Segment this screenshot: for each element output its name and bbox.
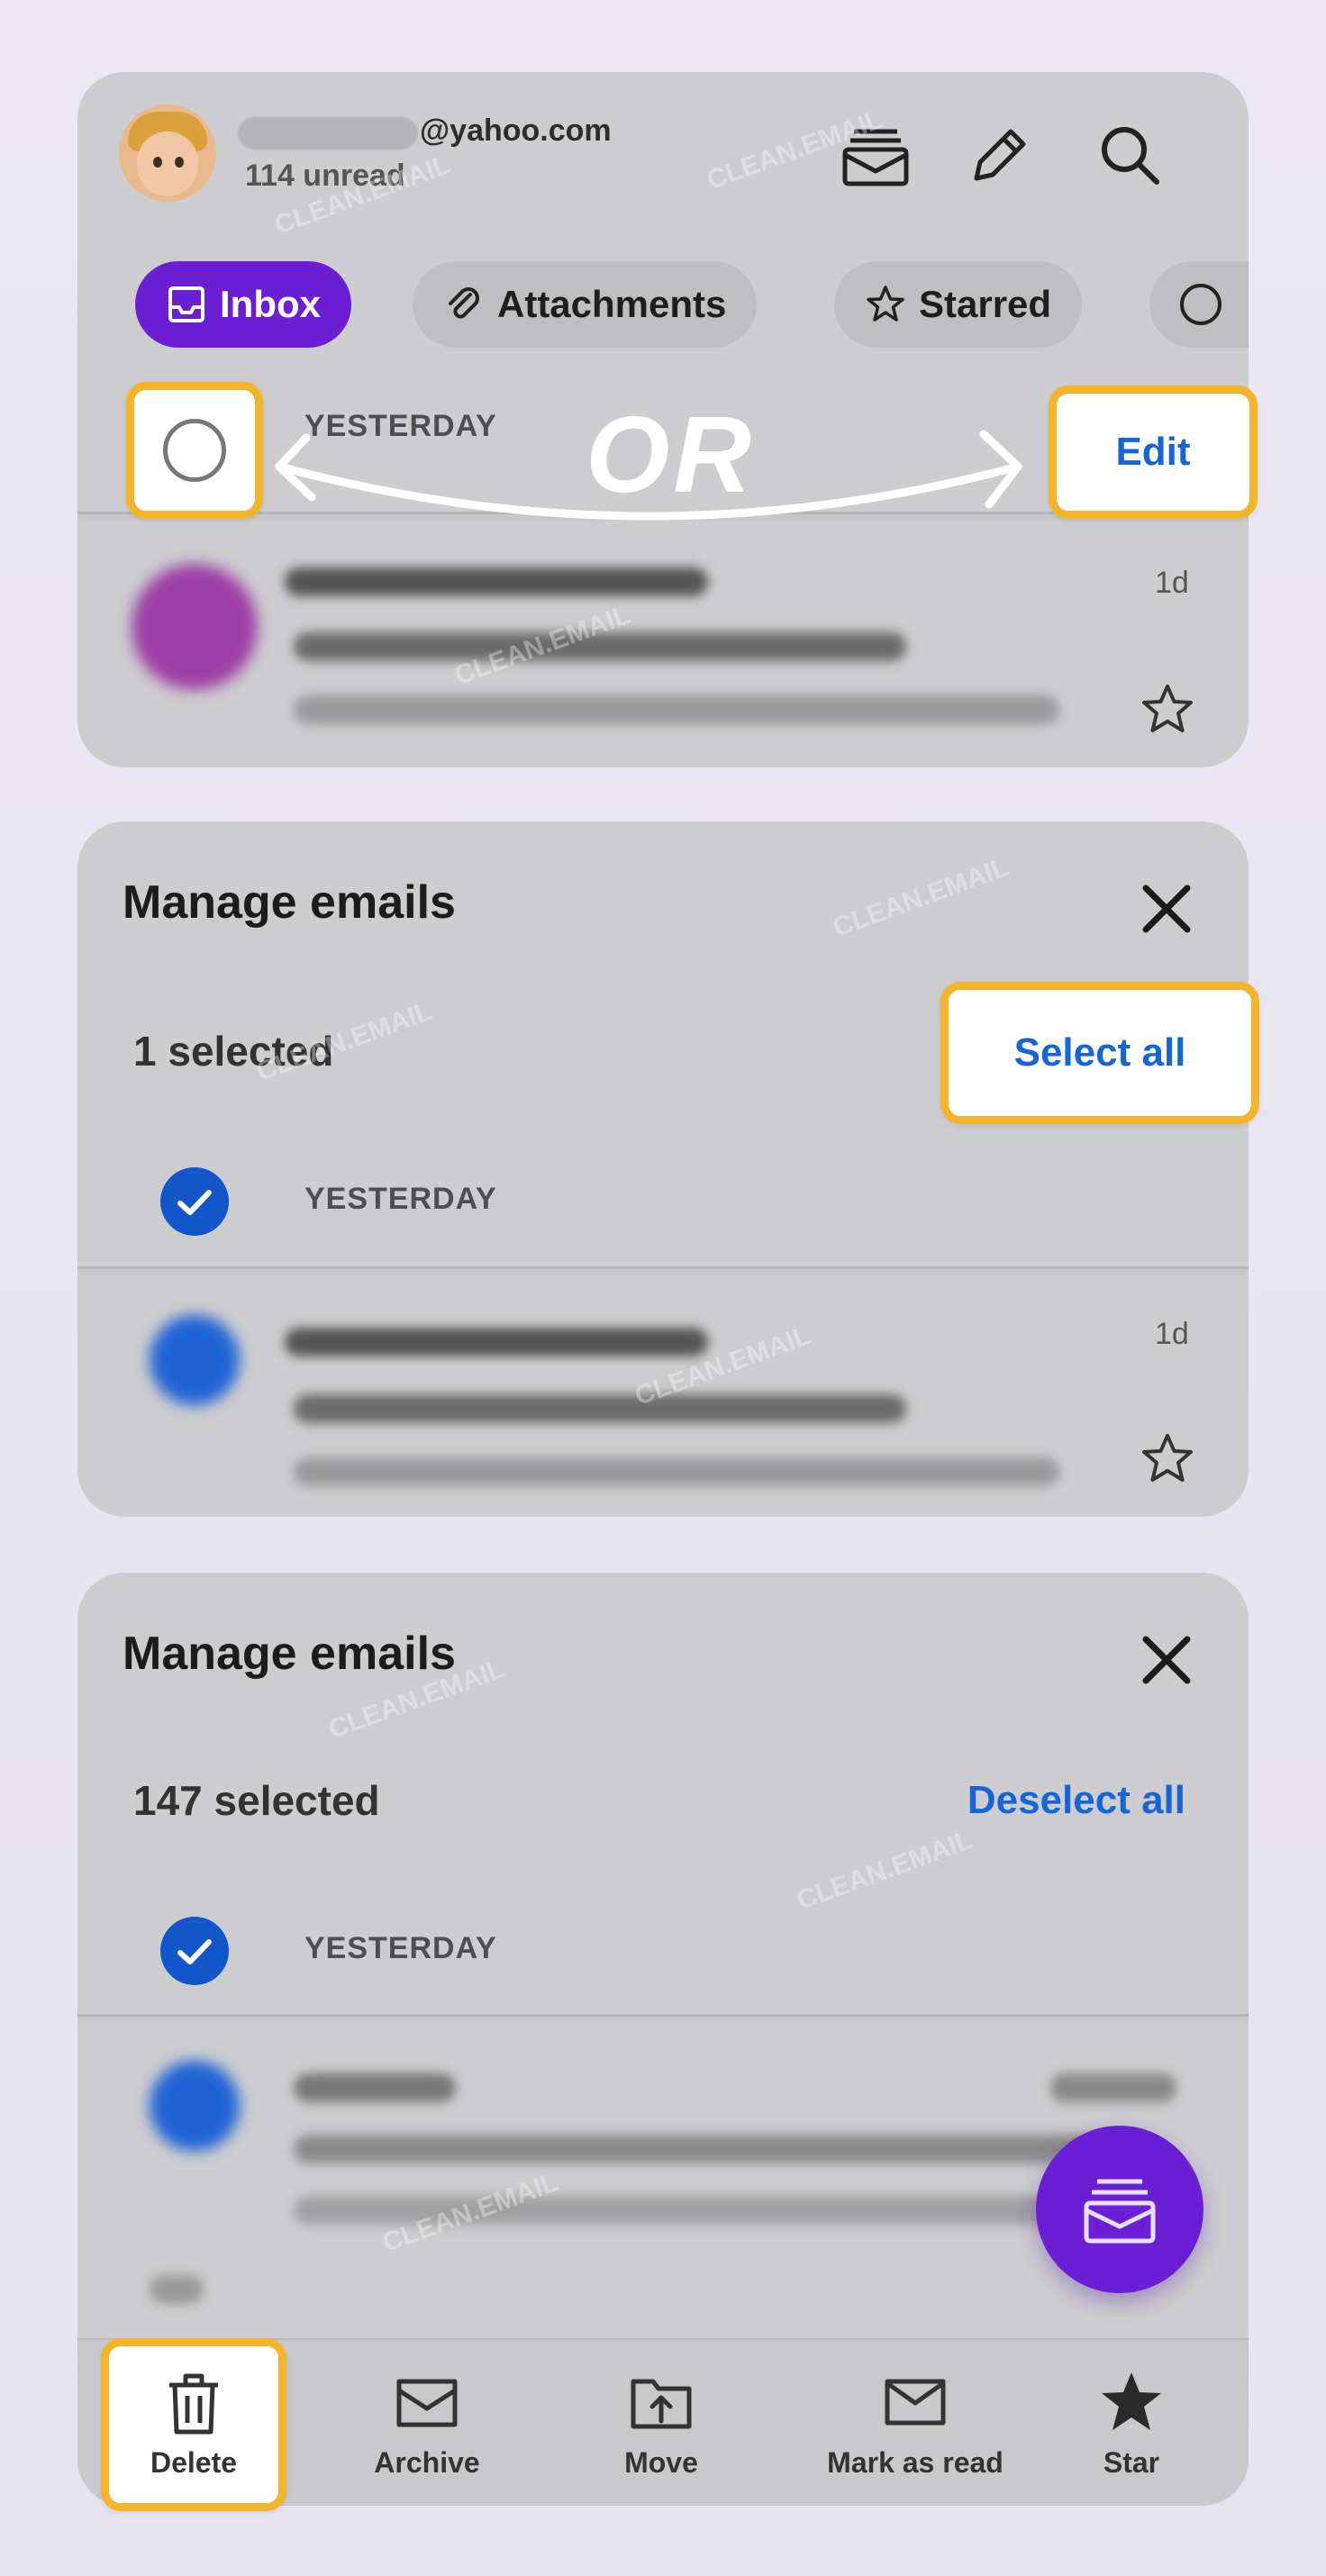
star-icon[interactable] [1139, 681, 1196, 739]
tab-starred-label: Starred [919, 283, 1052, 325]
tab-attachments-label: Attachments [497, 283, 727, 325]
delete-highlight[interactable]: Delete [101, 2338, 286, 2511]
manage-emails-title: Manage emails [123, 1628, 456, 1680]
trash-icon [169, 2373, 218, 2434]
star-icon[interactable] [1139, 1430, 1196, 1488]
email-time: 1d [1155, 566, 1189, 600]
paperclip-icon [449, 287, 479, 319]
move-icon [631, 2379, 692, 2428]
checkbox-checked[interactable] [160, 1917, 229, 1985]
select-radio[interactable] [163, 419, 226, 482]
star-label: Star [1103, 2445, 1160, 2479]
sender-avatar [132, 564, 258, 690]
fab-button[interactable] [1036, 2126, 1203, 2293]
star-icon [867, 286, 904, 322]
delete-label: Delete [150, 2445, 238, 2479]
edit-button[interactable]: Edit [1049, 385, 1258, 519]
edit-button-label: Edit [1115, 430, 1191, 474]
close-icon[interactable] [1135, 1628, 1198, 1692]
tab-more[interactable] [1149, 261, 1249, 348]
star-button[interactable]: Star [1041, 2340, 1222, 2506]
divider [77, 2014, 1249, 2017]
day-label: YESTERDAY [304, 1931, 497, 1965]
selected-count: 147 selected [133, 1777, 380, 1824]
checkbox-checked[interactable] [160, 1167, 229, 1236]
tab-inbox[interactable]: Inbox [135, 261, 351, 348]
archive-button[interactable]: Archive [337, 2340, 517, 2506]
move-label: Move [624, 2445, 698, 2479]
close-icon[interactable] [1135, 877, 1198, 940]
select-all-label: Select all [1013, 1030, 1186, 1075]
mark-as-read-label: Mark as read [827, 2445, 1004, 2479]
tab-attachments[interactable]: Attachments [413, 261, 758, 348]
manage-emails-title: Manage emails [123, 876, 456, 929]
stacked-mail-icon [1084, 2179, 1156, 2244]
tab-inbox-label: Inbox [220, 283, 321, 325]
selected-count: 1 selected [133, 1028, 334, 1075]
tab-starred[interactable]: Starred [834, 261, 1083, 348]
star-filled-icon [1102, 2372, 1161, 2430]
redacted-email-username [238, 117, 418, 150]
unread-count: 114 unread [245, 159, 405, 193]
selected-avatar [150, 2061, 240, 2151]
inbox-icon [168, 286, 204, 322]
double-arrow-icon [275, 430, 1022, 521]
divider [77, 1266, 1249, 1269]
select-all-button[interactable]: Select all [940, 982, 1259, 1124]
account-email-domain: @yahoo.com [420, 113, 612, 148]
avatar[interactable] [119, 104, 216, 202]
mark-as-read-button[interactable]: Mark as read [807, 2340, 1023, 2506]
highlight-select-circle[interactable] [126, 382, 263, 519]
move-button[interactable]: Move [571, 2340, 751, 2506]
archive-label: Archive [374, 2445, 480, 2479]
envelope-icon [885, 2379, 946, 2425]
selected-avatar [150, 1315, 240, 1405]
pencil-icon[interactable] [964, 119, 1036, 191]
stacked-mail-icon[interactable] [840, 119, 912, 191]
circle-icon [1180, 284, 1222, 325]
day-label: YESTERDAY [304, 1182, 497, 1216]
deselect-all-button[interactable]: Deselect all [967, 1778, 1185, 1823]
manage-emails-card: Manage emails 1 selected YESTERDAY 1d [77, 821, 1249, 1517]
archive-icon [396, 2379, 458, 2426]
email-time: 1d [1155, 1317, 1189, 1351]
search-icon[interactable] [1094, 119, 1166, 191]
